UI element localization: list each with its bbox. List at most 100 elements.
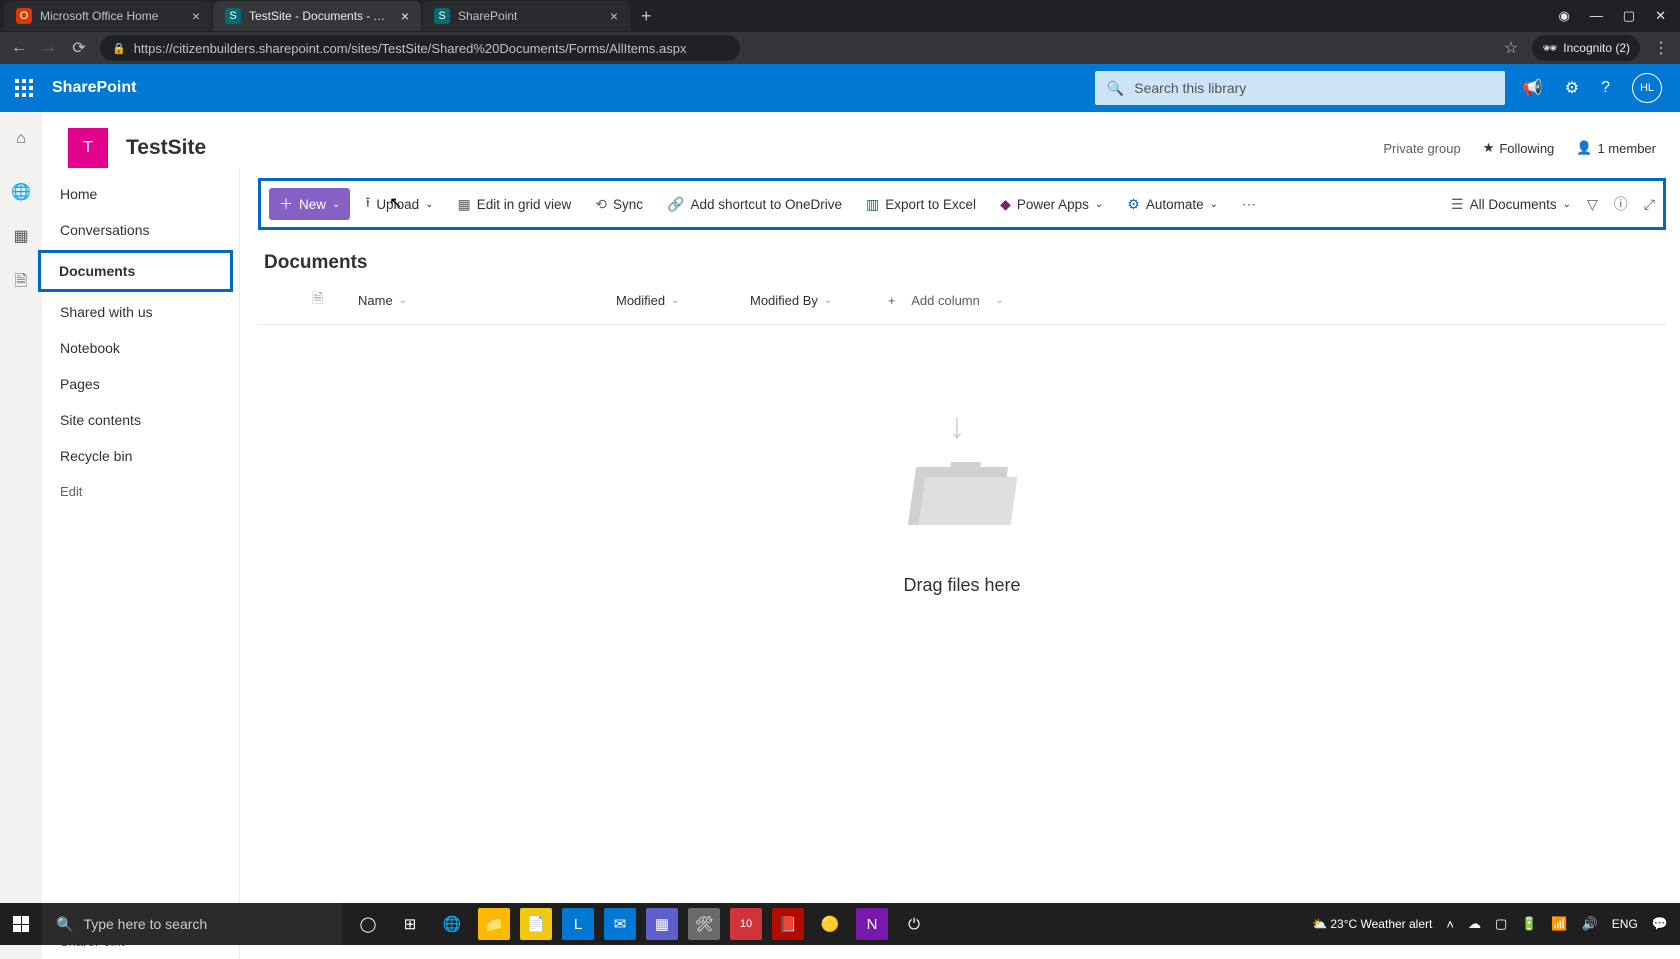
nav-item-notebook[interactable]: Notebook <box>42 330 239 366</box>
upload-button[interactable]: ⭱ Upload ⌄ <box>356 187 442 221</box>
shortcut-icon: 🔗 <box>667 196 684 213</box>
mail-icon[interactable]: ✉ <box>604 908 636 940</box>
app-icon[interactable]: 📄 <box>520 908 552 940</box>
browser-tab-office[interactable]: O Microsoft Office Home × <box>4 1 212 31</box>
acrobat-icon[interactable]: 📕 <box>772 908 804 940</box>
powerapps-button[interactable]: ◆ Power Apps ⌄ <box>991 191 1112 218</box>
column-name[interactable]: Name⌄ <box>358 293 616 308</box>
more-button[interactable]: ⋯ <box>1233 191 1265 218</box>
page-body: 🌐 ▦ 🗎 Home Conversations Documents Share… <box>0 168 1680 959</box>
chevron-down-icon: ⌄ <box>996 295 1004 306</box>
export-excel-button[interactable]: ▥ Export to Excel <box>857 191 985 218</box>
nav-item-documents[interactable]: Documents <box>38 250 233 292</box>
search-input[interactable]: 🔍 Search this library <box>1095 71 1505 105</box>
battery-tray-icon[interactable]: 🔋 <box>1521 916 1537 932</box>
language-indicator[interactable]: ENG <box>1612 917 1638 931</box>
nav-item-home[interactable]: Home <box>42 176 239 212</box>
rail-files-icon[interactable]: 🗎 <box>15 270 28 297</box>
start-button[interactable] <box>0 916 42 932</box>
file-type-column[interactable]: 🗎 <box>312 288 358 312</box>
grid-view-button[interactable]: ▦ Edit in grid view <box>448 191 580 218</box>
excel-icon: ▥ <box>866 196 879 213</box>
megaphone-icon[interactable]: 📢 <box>1523 78 1543 98</box>
onenote-icon[interactable]: N <box>856 908 888 940</box>
info-icon[interactable]: ⓘ <box>1614 194 1628 214</box>
cortana-icon[interactable]: ⊞ <box>394 908 426 940</box>
chevron-down-icon: ⌄ <box>824 295 832 306</box>
chrome-icon[interactable]: 🟡 <box>814 908 846 940</box>
chevron-down-icon: ⌄ <box>332 199 340 210</box>
nav-item-recyclebin[interactable]: Recycle bin <box>42 438 239 474</box>
new-button[interactable]: ＋ New ⌄ <box>269 188 350 220</box>
fullscreen-icon[interactable]: ⤢ <box>1644 196 1655 213</box>
view-switcher[interactable]: ☰ All Documents ⌄ <box>1451 196 1571 213</box>
site-name[interactable]: TestSite <box>126 136 206 160</box>
help-icon[interactable]: ? <box>1601 79 1610 97</box>
incognito-badge[interactable]: 🕶 Incognito (2) <box>1532 35 1640 61</box>
members-button[interactable]: 👤1 member <box>1576 140 1656 156</box>
close-icon[interactable]: × <box>401 8 409 24</box>
bookmark-button[interactable]: ☆ <box>1502 38 1520 58</box>
upload-icon: ⭱ <box>365 192 370 216</box>
empty-text: Drag files here <box>903 575 1020 596</box>
settings-icon[interactable]: ⚙ <box>1565 78 1579 98</box>
maximize-button[interactable]: ▢ <box>1623 8 1635 24</box>
app-launcher-button[interactable] <box>10 74 38 102</box>
rail-globe-icon[interactable]: 🌐 <box>11 182 31 202</box>
lock-icon: 🔒 <box>112 42 126 55</box>
meetnow-tray-icon[interactable]: ▢ <box>1495 916 1507 932</box>
close-icon[interactable]: × <box>192 8 200 24</box>
empty-state: ↓ Drag files here <box>258 325 1666 959</box>
nav-item-conversations[interactable]: Conversations <box>42 212 239 248</box>
new-label: New <box>299 197 326 212</box>
sync-button[interactable]: ⟲ Sync <box>586 191 652 218</box>
automate-button[interactable]: ⚙ Automate ⌄ <box>1118 191 1227 218</box>
weather-text: 23°C Weather alert <box>1330 917 1432 931</box>
new-tab-button[interactable]: + <box>631 6 662 27</box>
close-icon[interactable]: × <box>610 8 618 24</box>
rail-news-icon[interactable]: ▦ <box>13 226 28 246</box>
onedrive-tray-icon[interactable]: ☁ <box>1468 916 1481 932</box>
menu-button[interactable]: ⋮ <box>1652 38 1670 58</box>
wifi-tray-icon[interactable]: 📶 <box>1551 916 1567 932</box>
tab-strip: O Microsoft Office Home × S TestSite - D… <box>0 0 1680 32</box>
app-icon[interactable]: ⏻ <box>898 908 930 940</box>
close-window-button[interactable]: ✕ <box>1655 8 1666 24</box>
weather-widget[interactable]: ⛅ 23°C Weather alert <box>1312 917 1432 931</box>
nav-item-shared[interactable]: Shared with us <box>42 294 239 330</box>
explorer-icon[interactable]: 📁 <box>478 908 510 940</box>
address-row: ← → ⟳ 🔒 https://citizenbuilders.sharepoi… <box>0 32 1680 64</box>
column-modified[interactable]: Modified⌄ <box>616 293 750 308</box>
taskview-icon[interactable]: ◯ <box>352 908 384 940</box>
rail-home-icon[interactable]: ⌂ <box>16 130 26 148</box>
filter-icon[interactable]: ▽ <box>1587 196 1598 213</box>
user-avatar[interactable]: HL <box>1632 73 1662 103</box>
column-modified-by[interactable]: Modified By ⌄ <box>750 293 888 308</box>
nav-item-pages[interactable]: Pages <box>42 366 239 402</box>
nav-edit-link[interactable]: Edit <box>42 474 239 509</box>
column-label: Modified By <box>750 293 818 308</box>
add-shortcut-button[interactable]: 🔗 Add shortcut to OneDrive <box>658 191 851 218</box>
browser-tab-sharepoint[interactable]: S SharePoint × <box>422 1 630 31</box>
app-icon[interactable]: 10 <box>730 908 762 940</box>
add-column-button[interactable]: + Add column ⌄ <box>888 293 1004 308</box>
nav-item-sitecontents[interactable]: Site contents <box>42 402 239 438</box>
tray-chevron-icon[interactable]: ˄ <box>1446 917 1454 932</box>
edge-icon[interactable]: 🌐 <box>436 908 468 940</box>
reload-button[interactable]: ⟳ <box>70 38 88 58</box>
action-center-icon[interactable]: 💬 <box>1652 916 1668 932</box>
minimize-button[interactable]: — <box>1590 8 1603 24</box>
address-bar[interactable]: 🔒 https://citizenbuilders.sharepoint.com… <box>100 35 740 61</box>
app-icon[interactable]: L <box>562 908 594 940</box>
app-icon[interactable]: ▦ <box>646 908 678 940</box>
taskbar-search[interactable]: 🔍 Type here to search <box>42 903 342 945</box>
follow-button[interactable]: ★Following <box>1483 140 1555 156</box>
volume-tray-icon[interactable]: 🔊 <box>1582 916 1598 932</box>
back-button[interactable]: ← <box>10 39 28 57</box>
follow-label: Following <box>1499 141 1554 156</box>
site-logo[interactable]: T <box>68 128 108 168</box>
app-icon[interactable]: 🛠 <box>688 908 720 940</box>
browser-tab-testsite[interactable]: S TestSite - Documents - All Docum × <box>213 1 421 31</box>
product-name[interactable]: SharePoint <box>52 79 136 97</box>
forward-button[interactable]: → <box>40 39 58 57</box>
